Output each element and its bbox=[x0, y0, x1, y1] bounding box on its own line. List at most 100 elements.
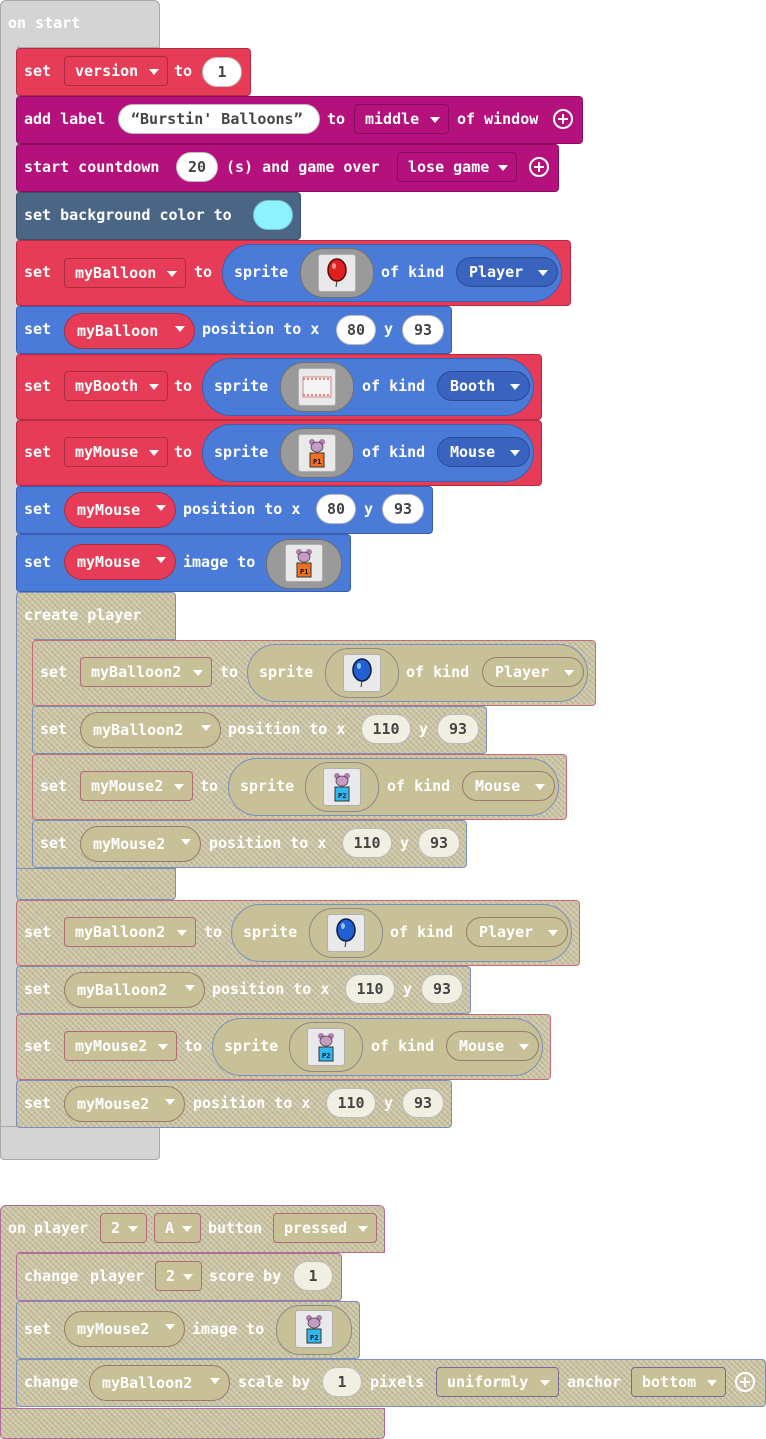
variable-dropdown-myballoon[interactable]: myBalloon bbox=[64, 258, 186, 288]
kind-dropdown-player[interactable]: Player bbox=[466, 917, 568, 947]
position-dropdown[interactable]: middle bbox=[354, 104, 449, 134]
x-value-input[interactable]: 110 bbox=[342, 828, 392, 858]
set-keyword: set bbox=[24, 1037, 52, 1055]
mouse-p2-sprite-icon[interactable]: P2 bbox=[295, 1310, 333, 1348]
variable-dropdown-myballoon2[interactable]: myBalloon2 bbox=[80, 657, 212, 687]
variable-dropdown-mymouse[interactable]: myMouse bbox=[64, 437, 168, 467]
of-window-keyword: of window bbox=[457, 110, 539, 128]
on-start-label: on start bbox=[8, 14, 81, 32]
svg-text:P2: P2 bbox=[338, 792, 346, 800]
x-value-input[interactable]: 110 bbox=[361, 714, 411, 744]
anchor-dropdown[interactable]: bottom bbox=[631, 1367, 726, 1397]
x-value-input[interactable]: 80 bbox=[336, 315, 376, 345]
add-argument-icon[interactable] bbox=[553, 109, 573, 129]
set-keyword: set bbox=[24, 443, 52, 461]
y-value-input[interactable]: 93 bbox=[421, 974, 463, 1004]
countdown-value-input[interactable]: 20 bbox=[176, 152, 218, 182]
y-value-input[interactable]: 93 bbox=[437, 714, 479, 744]
button-event-dropdown[interactable]: pressed bbox=[273, 1213, 377, 1243]
scale-value-input[interactable]: 1 bbox=[322, 1367, 362, 1397]
image-to-keyword: image to bbox=[183, 553, 256, 571]
mouse-p1-sprite-icon[interactable]: P1 bbox=[298, 434, 336, 472]
variable-pill-mymouse[interactable]: myMouse bbox=[64, 544, 176, 580]
to-keyword: to bbox=[204, 923, 223, 941]
button-key-dropdown[interactable]: A bbox=[154, 1213, 201, 1243]
of-kind-keyword: of kind bbox=[390, 923, 454, 941]
variable-dropdown-mymouse2[interactable]: myMouse2 bbox=[64, 1031, 177, 1061]
mouse-p2-sprite-icon[interactable]: P2 bbox=[307, 1028, 345, 1066]
x-value-input[interactable]: 110 bbox=[326, 1088, 376, 1118]
of-kind-keyword: of kind bbox=[371, 1037, 435, 1055]
variable-dropdown-mybooth[interactable]: myBooth bbox=[64, 371, 168, 401]
sprite-keyword: sprite bbox=[214, 443, 269, 461]
on-player-button-footer bbox=[0, 1408, 385, 1439]
of-kind-keyword: of kind bbox=[362, 443, 426, 461]
of-kind-keyword: of kind bbox=[381, 263, 445, 281]
booth-sprite-icon[interactable] bbox=[298, 368, 336, 406]
kind-dropdown-booth[interactable]: Booth bbox=[437, 371, 530, 401]
kind-dropdown-player[interactable]: Player bbox=[456, 257, 558, 287]
sprite-keyword: sprite bbox=[214, 377, 269, 395]
y-keyword: y bbox=[364, 500, 374, 518]
variable-pill-mymouse2[interactable]: myMouse2 bbox=[64, 1086, 185, 1122]
y-value-input[interactable]: 93 bbox=[402, 1088, 444, 1118]
to-keyword: to bbox=[174, 443, 193, 461]
label-text-input[interactable]: “Burstin' Balloons” bbox=[118, 104, 320, 134]
svg-text:P2: P2 bbox=[322, 1052, 330, 1060]
add-argument-icon[interactable] bbox=[529, 157, 549, 177]
y-value-input[interactable]: 93 bbox=[418, 828, 460, 858]
version-value-input[interactable]: 1 bbox=[202, 57, 242, 87]
add-argument-icon[interactable] bbox=[735, 1372, 755, 1392]
variable-dropdown-myballoon2[interactable]: myBalloon2 bbox=[64, 917, 196, 947]
position-to-x-keyword: position to x bbox=[228, 720, 346, 738]
scale-mode-dropdown[interactable]: uniformly bbox=[436, 1367, 559, 1397]
create-player-footer bbox=[16, 868, 176, 900]
blue-balloon-sprite-icon[interactable] bbox=[327, 914, 365, 952]
to-keyword: to bbox=[194, 263, 213, 281]
variable-pill-myballoon2[interactable]: myBalloon2 bbox=[64, 972, 205, 1008]
y-keyword: y bbox=[419, 720, 429, 738]
x-value-input[interactable]: 110 bbox=[345, 974, 395, 1004]
blue-balloon-sprite-icon[interactable] bbox=[343, 654, 381, 692]
game-over-dropdown[interactable]: lose game bbox=[397, 152, 517, 182]
variable-pill-myballoon2[interactable]: myBalloon2 bbox=[80, 712, 221, 748]
variable-pill-mymouse[interactable]: myMouse bbox=[64, 492, 176, 528]
variable-pill-mymouse2[interactable]: myMouse2 bbox=[64, 1311, 185, 1347]
y-value-input[interactable]: 93 bbox=[402, 315, 444, 345]
color-picker-swatch[interactable] bbox=[253, 200, 293, 230]
player-number-dropdown[interactable]: 2 bbox=[100, 1213, 147, 1243]
on-keyword: on bbox=[8, 1219, 27, 1237]
variable-pill-mymouse2[interactable]: myMouse2 bbox=[80, 826, 201, 862]
y-keyword: y bbox=[384, 1094, 394, 1112]
sprite-keyword: sprite bbox=[234, 263, 289, 281]
pixels-keyword: pixels bbox=[370, 1373, 425, 1391]
set-keyword: set bbox=[24, 263, 52, 281]
variable-pill-myballoon2[interactable]: myBalloon2 bbox=[89, 1365, 230, 1401]
to-keyword: to bbox=[174, 62, 193, 80]
player-number-dropdown[interactable]: 2 bbox=[155, 1261, 202, 1291]
game-over-keyword: (s) and game over bbox=[226, 158, 380, 176]
mouse-p2-sprite-icon[interactable]: P2 bbox=[323, 768, 361, 806]
kind-dropdown-player[interactable]: Player bbox=[482, 657, 584, 687]
variable-dropdown-mymouse2[interactable]: myMouse2 bbox=[80, 771, 193, 801]
red-balloon-sprite-icon[interactable] bbox=[318, 254, 356, 292]
variable-pill-myballoon[interactable]: myBalloon bbox=[64, 313, 195, 349]
create-player-label: create player bbox=[24, 606, 142, 624]
to-keyword: to bbox=[184, 1037, 203, 1055]
kind-dropdown-mouse[interactable]: Mouse bbox=[446, 1031, 539, 1061]
variable-dropdown-version[interactable]: version bbox=[64, 56, 168, 86]
player-keyword: player bbox=[90, 1267, 145, 1285]
kind-dropdown-mouse[interactable]: Mouse bbox=[462, 771, 555, 801]
y-keyword: y bbox=[400, 834, 410, 852]
set-keyword: set bbox=[40, 777, 68, 795]
x-value-input[interactable]: 80 bbox=[316, 494, 356, 524]
y-keyword: y bbox=[384, 320, 394, 338]
y-value-input[interactable]: 93 bbox=[382, 494, 424, 524]
player-keyword: player bbox=[34, 1219, 89, 1237]
kind-dropdown-mouse[interactable]: Mouse bbox=[437, 437, 530, 467]
score-value-input[interactable]: 1 bbox=[293, 1261, 333, 1291]
to-keyword: to bbox=[327, 110, 346, 128]
set-keyword: set bbox=[24, 500, 52, 518]
mouse-p1-sprite-icon[interactable]: P1 bbox=[285, 544, 323, 582]
position-to-x-keyword: position to x bbox=[209, 834, 327, 852]
